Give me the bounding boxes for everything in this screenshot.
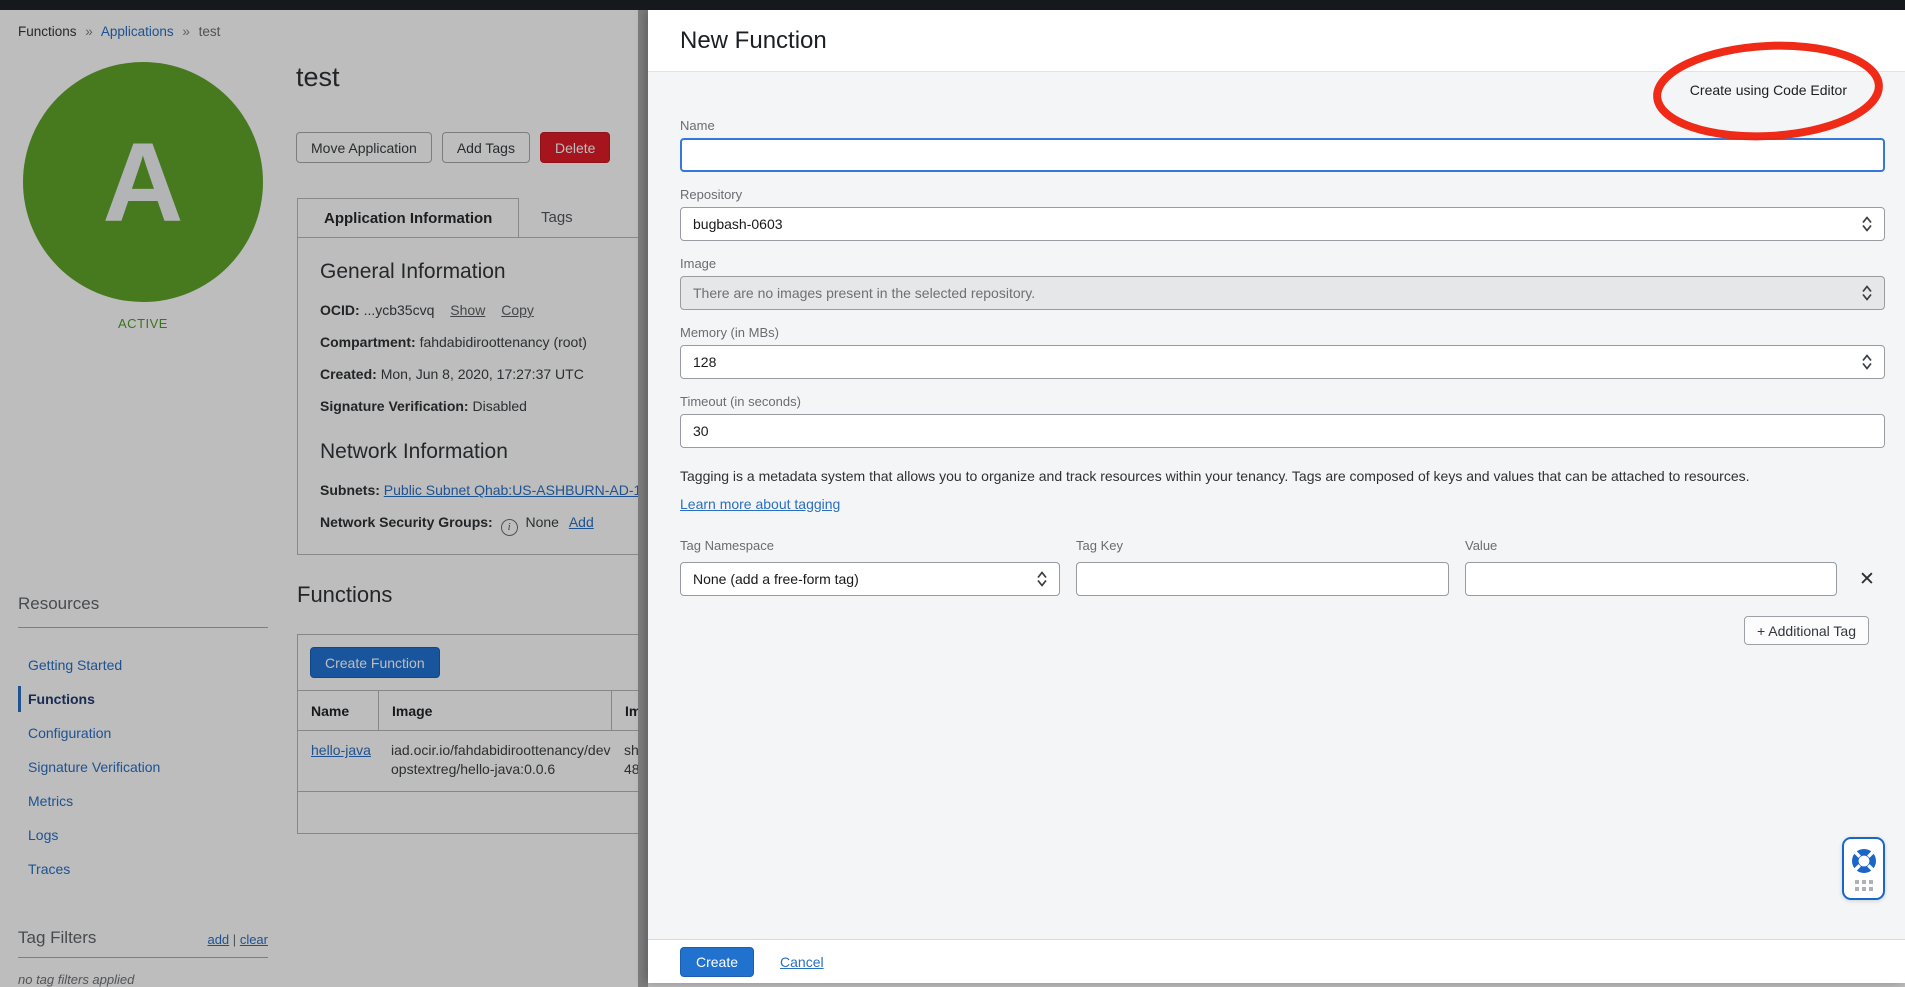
image-label: Image bbox=[680, 256, 1885, 271]
timeout-input[interactable] bbox=[680, 414, 1885, 448]
create-button[interactable]: Create bbox=[680, 947, 754, 977]
tag-value-input[interactable] bbox=[1465, 562, 1837, 596]
memory-field: Memory (in MBs) 128 bbox=[680, 325, 1885, 379]
additional-tag-row: + Additional Tag bbox=[680, 616, 1869, 645]
cancel-link[interactable]: Cancel bbox=[780, 954, 824, 970]
tag-labels-row: Tag Namespace Tag Key Value bbox=[680, 538, 1885, 553]
name-input[interactable] bbox=[680, 138, 1885, 172]
timeout-field: Timeout (in seconds) bbox=[680, 394, 1885, 448]
tag-key-label: Tag Key bbox=[1076, 538, 1449, 553]
new-function-form: Name Repository bugbash-0603 Image There… bbox=[648, 72, 1905, 645]
lifebuoy-help-icon bbox=[1850, 847, 1878, 875]
new-function-panel: New Function Create using Code Editor Na… bbox=[648, 10, 1905, 983]
drag-dots-icon bbox=[1855, 880, 1873, 891]
image-placeholder-text: There are no images present in the selec… bbox=[693, 285, 1035, 301]
select-updown-icon bbox=[1862, 286, 1872, 301]
tag-controls-row: None (add a free-form tag) ✕ bbox=[680, 562, 1885, 596]
panel-title: New Function bbox=[680, 27, 827, 55]
timeout-label: Timeout (in seconds) bbox=[680, 394, 1885, 409]
tag-key-input[interactable] bbox=[1076, 562, 1449, 596]
memory-select[interactable]: 128 bbox=[680, 345, 1885, 379]
tag-value-label: Value bbox=[1465, 538, 1837, 553]
repository-field: Repository bugbash-0603 bbox=[680, 187, 1885, 241]
panel-header: New Function bbox=[648, 10, 1905, 72]
tag-namespace-select[interactable]: None (add a free-form tag) bbox=[680, 562, 1060, 596]
additional-tag-button[interactable]: + Additional Tag bbox=[1744, 616, 1869, 645]
image-select: There are no images present in the selec… bbox=[680, 276, 1885, 310]
name-label: Name bbox=[680, 118, 1885, 133]
image-field: Image There are no images present in the… bbox=[680, 256, 1885, 310]
panel-footer: Create Cancel bbox=[648, 939, 1905, 983]
top-bar bbox=[0, 0, 1905, 10]
repository-select[interactable]: bugbash-0603 bbox=[680, 207, 1885, 241]
repository-selected-value: bugbash-0603 bbox=[693, 216, 783, 232]
learn-more-tagging-link[interactable]: Learn more about tagging bbox=[680, 496, 840, 512]
select-updown-icon bbox=[1862, 355, 1872, 370]
select-updown-icon bbox=[1862, 217, 1872, 232]
create-using-code-editor-link[interactable]: Create using Code Editor bbox=[1690, 82, 1847, 98]
repository-label: Repository bbox=[680, 187, 1885, 202]
name-field: Name bbox=[680, 118, 1885, 172]
memory-label: Memory (in MBs) bbox=[680, 325, 1885, 340]
select-updown-icon bbox=[1037, 572, 1047, 587]
tagging-description: Tagging is a metadata system that allows… bbox=[680, 468, 1885, 484]
memory-selected-value: 128 bbox=[693, 354, 716, 370]
remove-tag-close-icon[interactable]: ✕ bbox=[1853, 570, 1881, 589]
help-widget[interactable] bbox=[1842, 837, 1885, 900]
tag-namespace-selected-value: None (add a free-form tag) bbox=[693, 571, 859, 587]
tag-namespace-label: Tag Namespace bbox=[680, 538, 1060, 553]
